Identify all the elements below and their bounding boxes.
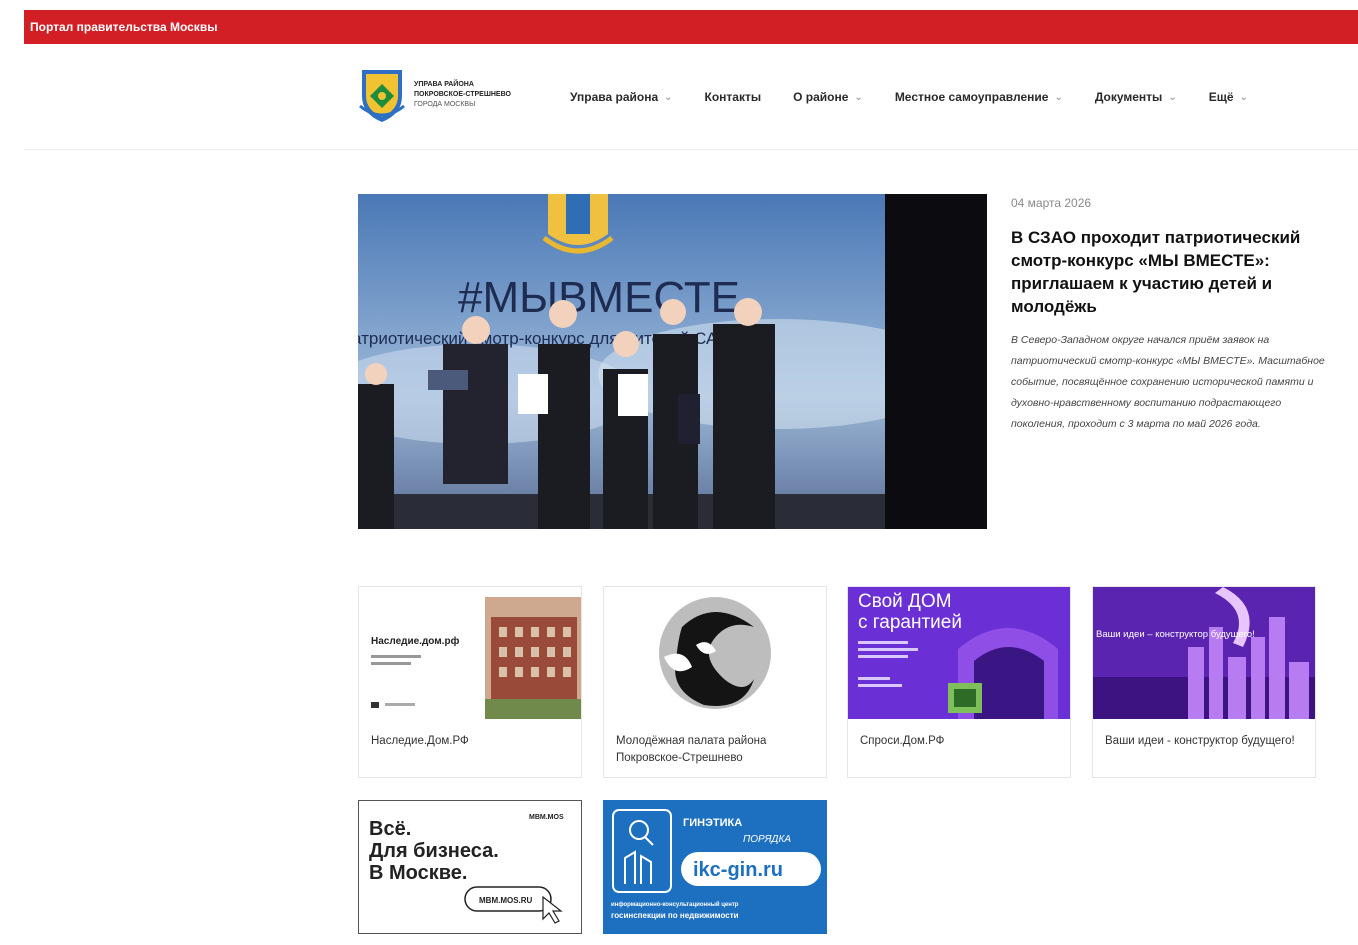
- logo-text: Управа района Покровское-Стрешнево город…: [414, 80, 511, 110]
- news-hero-image[interactable]: #МЫВМЕСТЕ атриотический смотр-конкурс дл…: [358, 194, 987, 529]
- card-image-title: Наследие.дом.рф: [371, 635, 460, 647]
- banner-top-2: ПОРЯДКА: [743, 834, 791, 845]
- news-block: 04 марта 2026 В СЗАО проходит патриотиче…: [1011, 196, 1326, 435]
- nav-item-contacts[interactable]: Контакты: [705, 90, 762, 104]
- mbm-brand-logo: MBM.MOS: [529, 814, 564, 821]
- chevron-down-icon: ⌄: [1168, 91, 1177, 103]
- site-logo[interactable]: Управа района Покровское-Стрешнево город…: [358, 66, 528, 124]
- link-card-nasledie[interactable]: Наследие.дом.рф Наследие.Дом.РФ: [358, 586, 582, 778]
- gov-portal-bar: Портал правительства Москвы: [24, 10, 1358, 44]
- nav-label: Ещё: [1208, 90, 1234, 104]
- nav-label: Документы: [1094, 90, 1163, 104]
- banner-top-1: ГИНЭТИКА: [683, 817, 742, 829]
- chevron-down-icon: ⌄: [1054, 91, 1063, 103]
- banner-url: ikc-gin.ru: [693, 859, 783, 881]
- chevron-down-icon: ⌄: [664, 91, 673, 103]
- nav-item-uprava[interactable]: Управа района ⌄: [570, 90, 673, 104]
- card-caption: Молодёжная палата района Покровское-Стре…: [616, 735, 767, 764]
- link-card-ideas[interactable]: Ваши идеи – конструктор будущего! Ваши и…: [1092, 586, 1316, 778]
- nav-item-about[interactable]: О районе ⌄: [793, 90, 863, 104]
- nav-label: Управа района: [570, 90, 659, 104]
- banner-button-text: MBM.MOS.RU: [479, 896, 533, 905]
- banner-text-3: В Москве.: [369, 862, 467, 884]
- banner-bottom-2: госинспекции по недвижимости: [611, 911, 739, 920]
- banner-mbm-mos[interactable]: Всё. Для бизнеса. В Москве. MBM.MOS MBM.…: [358, 800, 582, 934]
- card-image: [604, 587, 826, 719]
- banner-ikc-gin[interactable]: ГИНЭТИКА ПОРЯДКА ikc-gin.ru информационн…: [603, 800, 827, 934]
- news-lead: В Северо-Западном округе начался приём з…: [1011, 334, 1325, 430]
- banner-text-1: Всё.: [369, 818, 411, 840]
- card-image: Свой ДОМ с гарантией: [848, 587, 1070, 719]
- logo-line-1: Управа района: [414, 81, 474, 88]
- chevron-down-icon: ⌄: [1239, 91, 1248, 103]
- card-image-title-1: Свой ДОМ: [858, 591, 952, 612]
- logo-line-2: Покровское-Стрешнево: [414, 91, 511, 98]
- chevron-down-icon: ⌄: [854, 91, 863, 103]
- nav-label: Местное самоуправление: [894, 90, 1049, 104]
- logo-line-3: города Москвы: [414, 101, 476, 108]
- card-caption: Ваши идеи - конструктор будущего!: [1105, 735, 1295, 747]
- news-date: 04 марта 2026: [1011, 196, 1092, 210]
- nav-item-more[interactable]: Ещё ⌄: [1209, 90, 1248, 104]
- card-image-title: Ваши идеи – конструктор будущего!: [1096, 629, 1255, 640]
- main-nav: Управа района ⌄ Контакты О районе ⌄ Местно…: [570, 90, 1248, 104]
- banner-text-2: Для бизнеса.: [369, 840, 499, 862]
- nav-label: О районе: [793, 90, 849, 104]
- coat-of-arms-icon: [359, 70, 405, 122]
- nav-label: Контакты: [704, 90, 762, 104]
- cursor-icon: [542, 895, 563, 924]
- link-card-sprosi[interactable]: Свой ДОМ с гарантией Спроси.Дом.РФ: [847, 586, 1071, 778]
- site-header: Управа района Покровское-Стрешнево город…: [24, 44, 1358, 150]
- gov-portal-link[interactable]: Портал правительства Москвы: [30, 20, 217, 34]
- card-caption: Наследие.Дом.РФ: [371, 735, 469, 747]
- card-caption: Спроси.Дом.РФ: [860, 735, 945, 747]
- link-card-youth-chamber[interactable]: Молодёжная палата района Покровское-Стре…: [603, 586, 827, 778]
- card-image: Ваши идеи – конструктор будущего!: [1093, 587, 1315, 719]
- hero-image-title: #МЫВМЕСТЕ: [458, 273, 740, 322]
- card-image: Наследие.дом.рф: [359, 587, 581, 719]
- card-image-title-2: с гарантией: [858, 612, 962, 633]
- nav-item-self-government[interactable]: Местное самоуправление ⌄: [895, 90, 1063, 104]
- banner-bottom-1: информационно-консультационный центр: [611, 901, 739, 908]
- nav-item-documents[interactable]: Документы ⌄: [1095, 90, 1177, 104]
- news-title-link[interactable]: В СЗАО проходит патриотический смотр-кон…: [1011, 226, 1326, 318]
